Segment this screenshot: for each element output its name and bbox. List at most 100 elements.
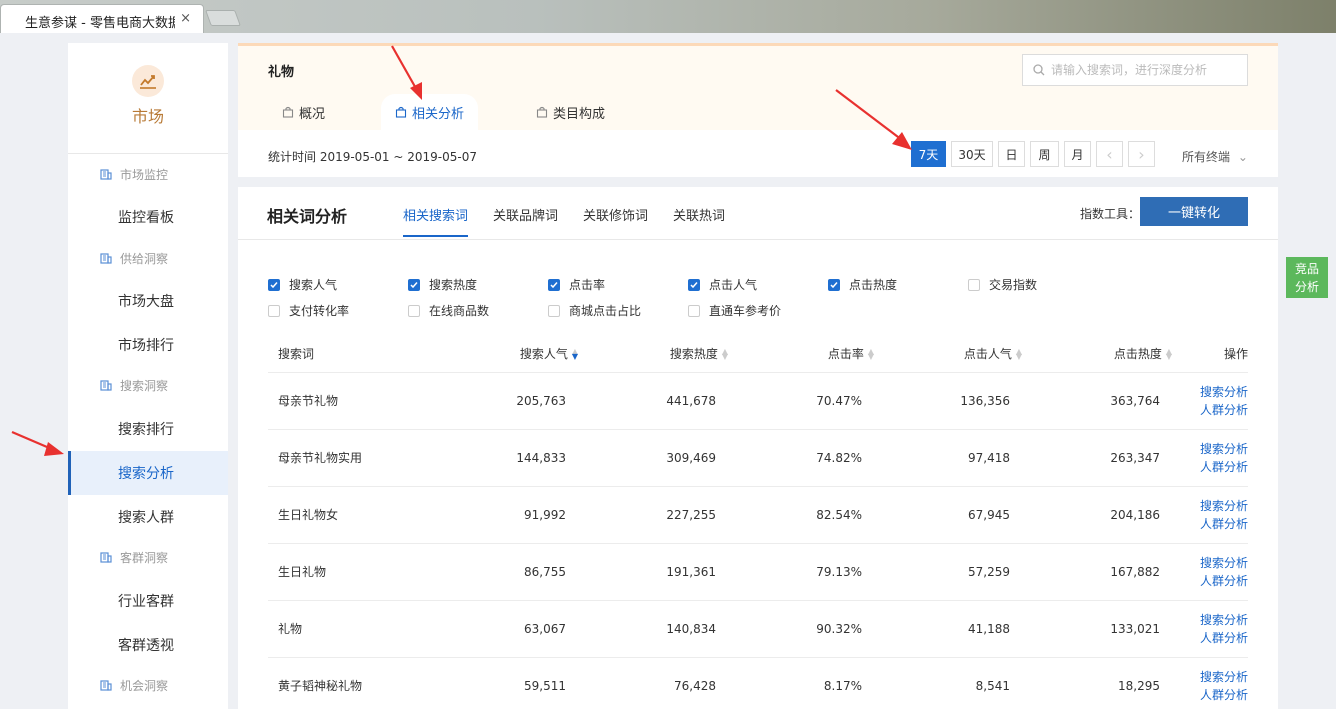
col-header-click-heat[interactable]: 点击热度 ▲ ▼ <box>1022 335 1172 373</box>
col-header-word: 搜索词 <box>268 335 438 373</box>
sidebar-item-search-rank[interactable]: 搜索排行 <box>68 407 228 451</box>
cell-click-pop: 67,945 <box>874 486 1022 544</box>
checkbox-label: 交易指数 <box>989 278 1038 292</box>
cell-click-heat: 167,882 <box>1022 543 1172 601</box>
sidebar-item-monitor-board[interactable]: 监控看板 <box>68 195 228 239</box>
checkbox-ctr[interactable]: 点击率 <box>548 276 605 293</box>
tab-category-composition[interactable]: 类目构成 <box>536 94 605 130</box>
checkbox-pay-rate[interactable]: 支付转化率 <box>268 302 349 319</box>
next-period-button[interactable]: › <box>1128 141 1155 167</box>
sidebar-item-market-overview[interactable]: 市场大盘 <box>68 279 228 323</box>
crowd-analysis-link[interactable]: 人群分析 <box>1172 686 1248 704</box>
checkbox-search-pop[interactable]: 搜索人气 <box>268 276 337 293</box>
checkbox-trade-index[interactable]: 交易指数 <box>968 276 1037 293</box>
checkbox-mall-click-share[interactable]: 商城点击占比 <box>548 302 641 319</box>
period-month-button[interactable]: 月 <box>1064 141 1091 167</box>
col-header-click-pop[interactable]: 点击人气 ▲ ▼ <box>874 335 1022 373</box>
search-analysis-link[interactable]: 搜索分析 <box>1172 497 1248 515</box>
crowd-analysis-link[interactable]: 人群分析 <box>1172 458 1248 476</box>
cell-search-pop: 205,763 <box>438 372 578 430</box>
checkbox-online-items[interactable]: 在线商品数 <box>408 302 489 319</box>
checkbox-unchecked-icon <box>408 304 420 317</box>
close-icon[interactable]: × <box>180 11 191 26</box>
cell-search-pop: 144,833 <box>438 429 578 487</box>
checkbox-label: 点击人气 <box>709 278 758 292</box>
search-analysis-link[interactable]: 搜索分析 <box>1172 440 1248 458</box>
col-header-search-heat[interactable]: 搜索热度 ▲ ▼ <box>578 335 728 373</box>
competitor-analysis-button[interactable]: 竞品 分析 <box>1286 257 1328 298</box>
cell-actions: 搜索分析 人群分析 <box>1172 372 1248 430</box>
crowd-analysis-link[interactable]: 人群分析 <box>1172 515 1248 533</box>
checkbox-click-heat[interactable]: 点击热度 <box>828 276 897 293</box>
period-30d-button[interactable]: 30天 <box>951 141 993 167</box>
tab-label: 类目构成 <box>553 106 606 122</box>
sidebar-group-market-monitor: 市场监控 <box>68 154 228 194</box>
checkbox-label: 点击热度 <box>849 278 898 292</box>
sidebar-item-industry-customer[interactable]: 行业客群 <box>68 579 228 623</box>
terminal-select[interactable]: 所有终端 ⌄ <box>1182 148 1248 165</box>
checkbox-label: 在线商品数 <box>429 304 490 318</box>
tab-hot-words[interactable]: 关联热词 <box>673 205 725 237</box>
sidebar-group-search: 搜索洞察 <box>68 365 228 405</box>
checkbox-ztc-price[interactable]: 直通车参考价 <box>688 302 781 319</box>
cell-click-heat: 133,021 <box>1022 600 1172 658</box>
checkbox-label: 商城点击占比 <box>569 304 642 318</box>
tab-label: 相关分析 <box>412 106 465 122</box>
index-tool-label: 指数工具： <box>1080 207 1141 221</box>
search-box[interactable] <box>1022 54 1248 86</box>
bag-icon <box>282 106 294 118</box>
building-icon <box>100 169 112 180</box>
related-words-table: 搜索词 搜索人气 ▲ ▼ 搜索热度 ▲ ▼ 点击率 ▲ ▼ 点击人气 ▲ ▼ 点击热度 ▲ ▼ 操作… <box>268 335 1248 709</box>
period-day-button[interactable]: 日 <box>998 141 1025 167</box>
crowd-analysis-link[interactable]: 人群分析 <box>1172 572 1248 590</box>
sort-icon[interactable]: ▲ ▼ <box>1166 348 1172 361</box>
convert-button[interactable]: 一键转化 <box>1140 197 1248 226</box>
sidebar-item-market-rank[interactable]: 市场排行 <box>68 323 228 367</box>
search-analysis-link[interactable]: 搜索分析 <box>1172 668 1248 686</box>
tab-brand-words[interactable]: 关联品牌词 <box>493 205 558 237</box>
tab-related-search-words[interactable]: 相关搜索词 <box>403 205 469 237</box>
table-row: 生日礼物女 91,992 227,255 82.54% 67,945 204,1… <box>268 486 1248 544</box>
sidebar-group-opportunity: 机会洞察 <box>68 665 228 705</box>
related-words-panel: 相关词分析 相关搜索词 关联品牌词 关联修饰词 关联热词 指数工具： 一键转化 … <box>238 187 1278 709</box>
search-analysis-link[interactable]: 搜索分析 <box>1172 554 1248 572</box>
search-analysis-link[interactable]: 搜索分析 <box>1172 611 1248 629</box>
tab-overview[interactable]: 概况 <box>282 94 325 130</box>
cell-click-heat: 363,764 <box>1022 372 1172 430</box>
cell-ctr: 82.54% <box>728 486 874 544</box>
cell-word: 黄子韬神秘礼物 <box>268 657 438 709</box>
sidebar-item-search-crowd[interactable]: 搜索人群 <box>68 495 228 539</box>
sort-icon[interactable]: ▲ ▼ <box>868 348 874 361</box>
sort-icon[interactable]: ▲ ▼ <box>1016 348 1022 361</box>
crowd-analysis-link[interactable]: 人群分析 <box>1172 629 1248 647</box>
crowd-analysis-link[interactable]: 人群分析 <box>1172 401 1248 419</box>
checkbox-click-pop[interactable]: 点击人气 <box>688 276 757 293</box>
sidebar-item-search-analysis[interactable]: 搜索分析 <box>68 451 228 495</box>
browser-tab-title: 生意参谋 - 零售电商大数据 <box>25 16 175 31</box>
table-row: 生日礼物 86,755 191,361 79.13% 57,259 167,88… <box>268 543 1248 601</box>
prev-period-button[interactable]: ‹ <box>1096 141 1123 167</box>
sidebar-group-label: 机会洞察 <box>120 678 169 693</box>
building-icon <box>100 253 112 264</box>
browser-tab[interactable]: 生意参谋 - 零售电商大数据 × <box>0 4 204 33</box>
checkbox-search-heat[interactable]: 搜索热度 <box>408 276 477 293</box>
sort-icon[interactable]: ▲ ▼ <box>722 348 728 361</box>
tab-modifier-words[interactable]: 关联修饰词 <box>583 205 648 237</box>
building-icon <box>100 552 112 563</box>
float-line-2: 分析 <box>1294 280 1319 294</box>
building-icon <box>100 380 112 391</box>
period-week-button[interactable]: 周 <box>1030 141 1059 167</box>
sidebar-item-customer-insight[interactable]: 客群透视 <box>68 623 228 667</box>
cell-actions: 搜索分析 人群分析 <box>1172 657 1248 709</box>
new-tab-button[interactable] <box>205 10 241 26</box>
sort-icon[interactable]: ▲ ▼ <box>572 348 578 361</box>
search-icon <box>1033 64 1045 76</box>
col-header-ctr[interactable]: 点击率 ▲ ▼ <box>728 335 874 373</box>
cell-click-pop: 41,188 <box>874 600 1022 658</box>
search-analysis-link[interactable]: 搜索分析 <box>1172 383 1248 401</box>
col-header-search-pop[interactable]: 搜索人气 ▲ ▼ <box>438 335 578 373</box>
page-title: 礼物 <box>268 65 295 80</box>
cell-ctr: 70.47% <box>728 372 874 430</box>
table-header-row: 搜索词 搜索人气 ▲ ▼ 搜索热度 ▲ ▼ 点击率 ▲ ▼ 点击人气 ▲ ▼ 点击热度 ▲ ▼ 操作 <box>268 335 1248 373</box>
search-input[interactable] <box>1051 63 1241 77</box>
